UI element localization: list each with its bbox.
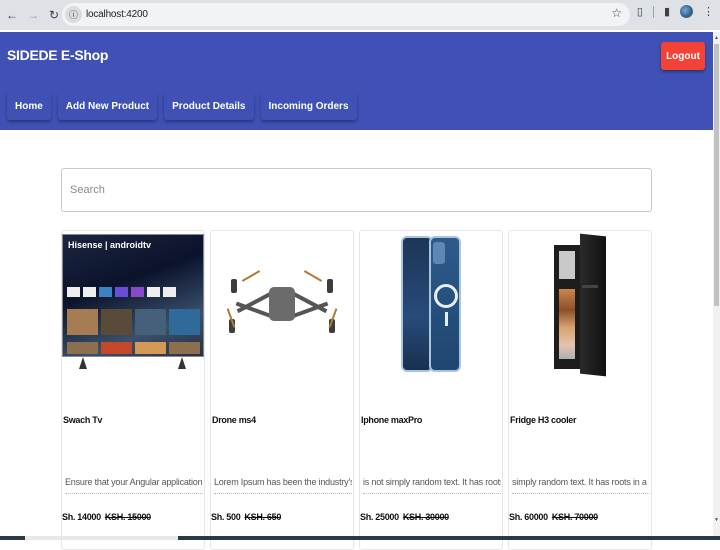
address-bar[interactable]: ⓘ localhost:4200 ☆ [62, 3, 630, 26]
logout-button[interactable]: Logout [661, 42, 705, 70]
product-card[interactable]: Iphone maxPro is not simply random text.… [359, 230, 503, 550]
browser-toolbar: ← → ↻ ⓘ localhost:4200 ☆ ▯ ▮ ⋮ [0, 0, 720, 30]
taskbar-segment [25, 536, 178, 540]
original-price: KSH. 70000 [551, 512, 598, 522]
url-text[interactable]: localhost:4200 [86, 9, 148, 20]
product-description: is not simply random text. It has roots [363, 477, 501, 487]
scroll-up-arrow-icon[interactable]: ▲ [713, 34, 720, 42]
product-card[interactable]: Hisense | androidtv Swach Tv Ensure that… [61, 230, 205, 550]
product-description: Ensure that your Angular application is [65, 477, 203, 487]
back-arrow-icon[interactable]: ← [2, 5, 22, 25]
description-overflow [363, 493, 501, 495]
brand-title[interactable]: SIDEDE E-Shop [7, 47, 108, 63]
original-price: KSH. 650 [244, 512, 282, 522]
reload-icon[interactable]: ↻ [44, 5, 64, 25]
profile-avatar[interactable] [680, 5, 693, 18]
current-price: Sh. 500 [211, 512, 241, 522]
scrollbar-thumb[interactable] [714, 44, 719, 306]
product-grid: Hisense | androidtv Swach Tv Ensure that… [61, 230, 652, 550]
search-field[interactable] [61, 168, 652, 212]
product-name[interactable]: Swach Tv [63, 415, 102, 425]
product-name[interactable]: Fridge H3 cooler [510, 415, 577, 425]
side-panel-icon[interactable]: ▮ [664, 5, 670, 18]
product-name[interactable]: Iphone maxPro [361, 415, 422, 425]
product-name[interactable]: Drone ms4 [212, 415, 256, 425]
toolbar-divider [652, 5, 654, 18]
tv-brand-logo: Hisense | androidtv [68, 240, 152, 250]
search-input[interactable] [62, 169, 651, 211]
description-overflow [65, 493, 203, 495]
product-price: Sh. 25000 KSH. 30000 [360, 512, 449, 522]
nav-add-new-product[interactable]: Add New Product [57, 92, 158, 120]
current-price: Sh. 60000 [509, 512, 548, 522]
product-image-drone[interactable] [211, 231, 353, 376]
product-card[interactable]: Fridge H3 cooler simply random text. It … [508, 230, 652, 550]
product-card[interactable]: Drone ms4 Lorem Ipsum has been the indus… [210, 230, 354, 550]
app-header: SIDEDE E-Shop Logout Home Add New Produc… [0, 32, 713, 130]
description-overflow [214, 493, 352, 495]
product-description: simply random text. It has roots in a [512, 477, 647, 487]
kebab-menu-icon[interactable]: ⋮ [703, 5, 714, 18]
product-image-fridge[interactable] [509, 231, 651, 376]
page-scrollbar[interactable]: ▲ ▼ [713, 32, 720, 540]
os-taskbar [0, 536, 720, 540]
site-info-icon[interactable]: ⓘ [65, 6, 82, 23]
current-price: Sh. 14000 [62, 512, 101, 522]
scroll-down-arrow-icon[interactable]: ▼ [713, 516, 720, 524]
description-overflow [512, 493, 650, 495]
product-price: Sh. 14000 KSH. 15000 [62, 512, 151, 522]
main-nav: Home Add New Product Product Details Inc… [7, 92, 357, 120]
product-price: Sh. 60000 KSH. 70000 [509, 512, 598, 522]
nav-incoming-orders[interactable]: Incoming Orders [260, 92, 357, 120]
original-price: KSH. 30000 [402, 512, 449, 522]
product-image-phone[interactable] [360, 231, 502, 376]
star-icon[interactable]: ☆ [611, 6, 622, 20]
current-price: Sh. 25000 [360, 512, 399, 522]
product-price: Sh. 500 KSH. 650 [211, 512, 281, 522]
product-description: Lorem Ipsum has been the industry's [214, 477, 352, 487]
original-price: KSH. 15000 [104, 512, 151, 522]
nav-home[interactable]: Home [7, 92, 51, 120]
product-image-tv[interactable]: Hisense | androidtv [62, 231, 204, 376]
forward-arrow-icon[interactable]: → [23, 5, 43, 25]
puzzle-icon[interactable]: ▯ [637, 5, 643, 18]
nav-product-details[interactable]: Product Details [164, 92, 254, 120]
